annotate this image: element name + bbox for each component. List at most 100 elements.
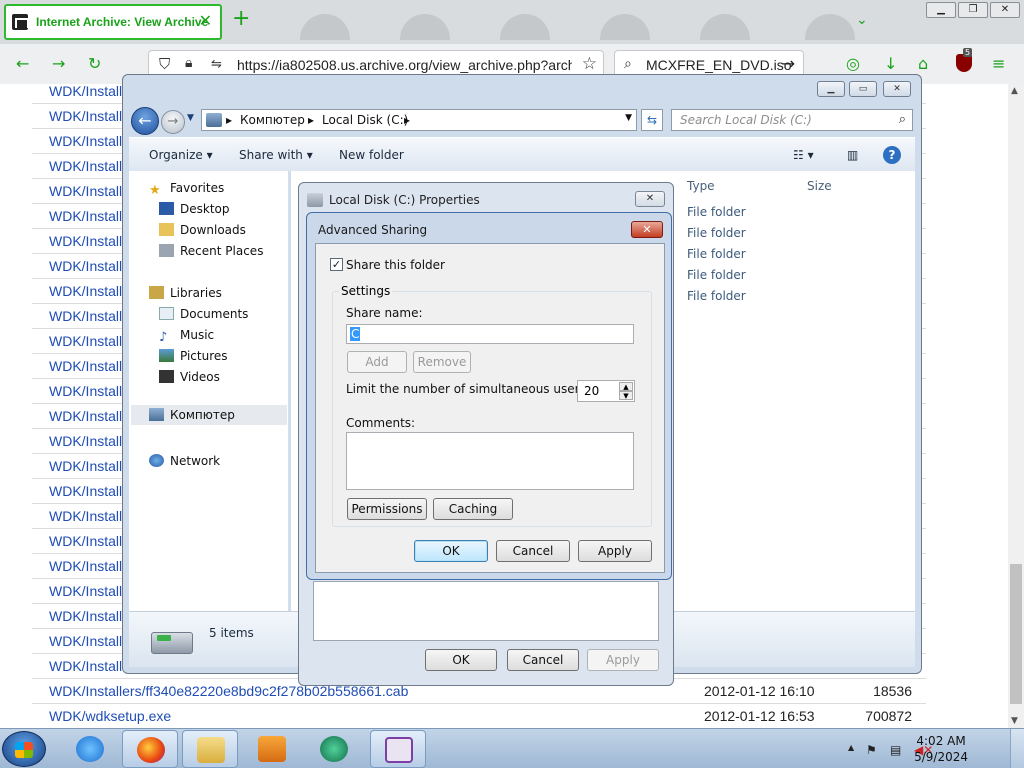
column-size[interactable]: Size: [807, 179, 832, 193]
explorer-minimize-button[interactable]: ▁: [817, 81, 845, 97]
extension-icon[interactable]: ◎: [846, 54, 860, 73]
organize-menu[interactable]: Organize ▾: [149, 148, 213, 162]
address-bar[interactable]: ▸ Компютер ▸ Local Disk (C:) ▸ ▼: [201, 109, 637, 131]
menu-icon[interactable]: ≡: [992, 54, 1005, 73]
file-link[interactable]: WDK/Install: [49, 283, 122, 299]
file-link[interactable]: WDK/Install: [49, 633, 122, 649]
search-go-icon[interactable]: →: [782, 54, 795, 73]
nav-recent[interactable]: Recent Places: [159, 244, 263, 258]
nav-libraries[interactable]: Libraries: [149, 286, 222, 300]
scroll-thumb[interactable]: [1010, 564, 1022, 704]
url-text[interactable]: https://ia802508.us.archive.org/view_arc…: [237, 57, 572, 73]
file-link[interactable]: WDK/Install: [49, 508, 122, 524]
advanced-cancel-button[interactable]: Cancel: [496, 540, 570, 562]
scroll-up-icon[interactable]: ▲: [1011, 86, 1018, 96]
add-button[interactable]: Add: [347, 351, 407, 373]
back-icon[interactable]: ←: [16, 54, 29, 73]
file-link[interactable]: WDK/Install: [49, 358, 122, 374]
advanced-apply-button[interactable]: Apply: [578, 540, 652, 562]
file-link[interactable]: WDK/Install: [49, 658, 122, 674]
nav-downloads[interactable]: Downloads: [159, 223, 246, 237]
properties-ok-button[interactable]: OK: [425, 649, 497, 671]
view-options-icon[interactable]: ☷ ▾: [793, 148, 814, 162]
share-folder-checkbox[interactable]: ✓: [330, 258, 343, 271]
file-type-cell[interactable]: File folder: [687, 247, 746, 261]
properties-apply-button[interactable]: Apply: [587, 649, 659, 671]
address-dropdown-icon[interactable]: ▼: [625, 113, 632, 123]
file-link[interactable]: WDK/Install: [49, 433, 122, 449]
file-link[interactable]: WDK/Install: [49, 558, 122, 574]
file-link[interactable]: WDK/Install: [49, 208, 122, 224]
download-icon[interactable]: ↓: [884, 54, 897, 73]
back-button[interactable]: ←: [131, 107, 159, 135]
taskbar-chat[interactable]: [306, 730, 362, 768]
nav-music[interactable]: ♪ Music: [159, 328, 214, 345]
refresh-icon[interactable]: ⇆: [641, 109, 663, 131]
home-icon[interactable]: ⌂: [918, 54, 928, 73]
column-type[interactable]: Type: [687, 179, 715, 193]
tab-close-icon[interactable]: ✕: [199, 11, 212, 30]
properties-cancel-button[interactable]: Cancel: [507, 649, 579, 671]
page-scrollbar[interactable]: ▲ ▼: [1008, 84, 1024, 728]
file-link[interactable]: WDK/Install: [49, 458, 122, 474]
share-name-input[interactable]: C: [346, 324, 634, 344]
show-hidden-icons[interactable]: ▲: [848, 743, 854, 752]
file-link[interactable]: WDK/Install: [49, 108, 122, 124]
nav-favorites[interactable]: ★ Favorites: [149, 181, 224, 198]
taskbar-firefox[interactable]: [122, 730, 178, 768]
caching-button[interactable]: Caching: [433, 498, 513, 520]
start-button[interactable]: [2, 731, 46, 767]
bookmark-star-icon[interactable]: ☆: [582, 54, 597, 74]
lock-icon[interactable]: 🔒︎: [185, 55, 192, 71]
spin-down-icon[interactable]: ▼: [619, 391, 633, 400]
breadcrumb-separator[interactable]: ▸: [226, 113, 232, 127]
file-type-cell[interactable]: File folder: [687, 205, 746, 219]
share-with-menu[interactable]: Share with ▾: [239, 148, 313, 162]
file-type-cell[interactable]: File folder: [687, 289, 746, 303]
file-link[interactable]: WDK/Install: [49, 258, 122, 274]
spin-up-icon[interactable]: ▲: [619, 382, 633, 391]
network-tray-icon[interactable]: ▤: [890, 743, 901, 757]
taskbar-explorer[interactable]: [182, 730, 238, 768]
file-link[interactable]: WDK/Install: [49, 183, 122, 199]
system-clock[interactable]: 4:02 AM 5/9/2024: [914, 733, 968, 765]
nav-documents[interactable]: Documents: [159, 307, 248, 321]
window-restore-button[interactable]: ❐: [958, 2, 988, 18]
taskbar-ie[interactable]: [62, 730, 118, 768]
forward-icon[interactable]: →: [52, 54, 65, 73]
help-icon[interactable]: ?: [883, 146, 901, 164]
permissions-icon[interactable]: ⇋: [211, 57, 222, 72]
comments-textarea[interactable]: [346, 432, 634, 490]
breadcrumb-separator[interactable]: ▸: [404, 113, 410, 127]
file-link[interactable]: WDK/Install: [49, 158, 122, 174]
taskbar-floppy[interactable]: [370, 730, 426, 768]
window-close-button[interactable]: ✕: [990, 2, 1020, 18]
nav-videos[interactable]: Videos: [159, 370, 220, 384]
nav-desktop[interactable]: Desktop: [159, 202, 230, 216]
recent-pages-icon[interactable]: ▼: [187, 113, 194, 123]
file-link[interactable]: WDK/wdksetup.exe: [49, 708, 171, 724]
search-query[interactable]: MCXFRE_EN_DVD.iso: [646, 57, 791, 73]
show-desktop-button[interactable]: [1010, 729, 1024, 768]
permissions-button[interactable]: Permissions: [347, 498, 427, 520]
remove-button[interactable]: Remove: [413, 351, 471, 373]
file-link[interactable]: WDK/Install: [49, 383, 122, 399]
user-limit-spinner[interactable]: 20 ▲ ▼: [577, 380, 635, 402]
file-link[interactable]: WDK/Install: [49, 408, 122, 424]
forward-button[interactable]: →: [161, 110, 185, 134]
file-type-cell[interactable]: File folder: [687, 268, 746, 282]
breadcrumb-computer[interactable]: Компютер: [240, 113, 305, 127]
reload-icon[interactable]: ↻: [88, 54, 101, 73]
tab-list-dropdown-icon[interactable]: ⌄: [856, 12, 868, 28]
scroll-down-icon[interactable]: ▼: [1011, 716, 1018, 726]
taskbar-media-player[interactable]: [244, 730, 300, 768]
file-link[interactable]: WDK/Install: [49, 533, 122, 549]
explorer-search-input[interactable]: Search Local Disk (C:) ⌕: [671, 109, 913, 131]
advanced-ok-button[interactable]: OK: [414, 540, 488, 562]
browser-tab-active[interactable]: Internet Archive: View Archive ✕: [4, 4, 222, 40]
breadcrumb-separator[interactable]: ▸: [308, 113, 314, 127]
nav-computer[interactable]: Компютер: [131, 405, 287, 425]
file-link[interactable]: WDK/Install: [49, 308, 122, 324]
explorer-close-button[interactable]: ✕: [883, 81, 911, 97]
explorer-maximize-button[interactable]: ▭: [849, 81, 877, 97]
